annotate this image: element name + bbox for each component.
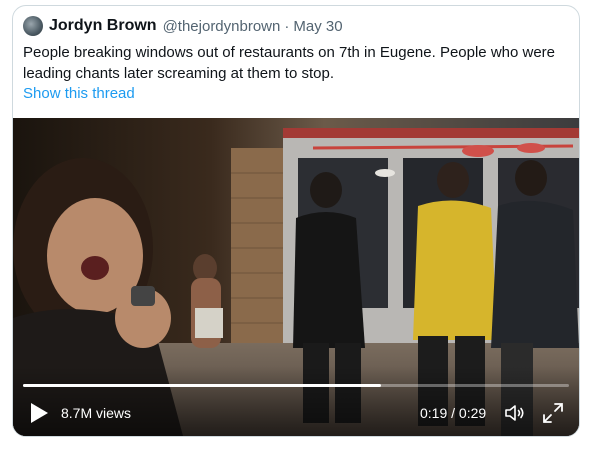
volume-icon[interactable] bbox=[503, 401, 527, 425]
view-count: 8.7M views bbox=[61, 405, 132, 421]
tweet-text: People breaking windows out of restauran… bbox=[23, 44, 556, 82]
tweet-header: Jordyn Brown @thejordynbrown · May 30 bbox=[23, 15, 569, 37]
avatar[interactable] bbox=[23, 16, 43, 36]
author-handle[interactable]: @thejordynbrown bbox=[163, 18, 281, 35]
separator-dot: · bbox=[284, 17, 290, 35]
author-name[interactable]: Jordyn Brown bbox=[49, 17, 157, 35]
show-thread-link[interactable]: Show this thread bbox=[23, 85, 135, 102]
video-time: 0:19 / 0:29 bbox=[420, 405, 487, 421]
progress-fill bbox=[23, 384, 381, 387]
video-player[interactable]: 8.7M views 0:19 / 0:29 bbox=[13, 118, 579, 436]
controls-overlay bbox=[13, 366, 579, 436]
progress-bar[interactable] bbox=[23, 384, 569, 387]
fullscreen-icon[interactable] bbox=[542, 402, 564, 424]
tweet-date[interactable]: May 30 bbox=[293, 18, 342, 35]
tweet-card[interactable]: Jordyn Brown @thejordynbrown · May 30 Pe… bbox=[12, 5, 580, 437]
play-icon[interactable] bbox=[29, 402, 49, 424]
